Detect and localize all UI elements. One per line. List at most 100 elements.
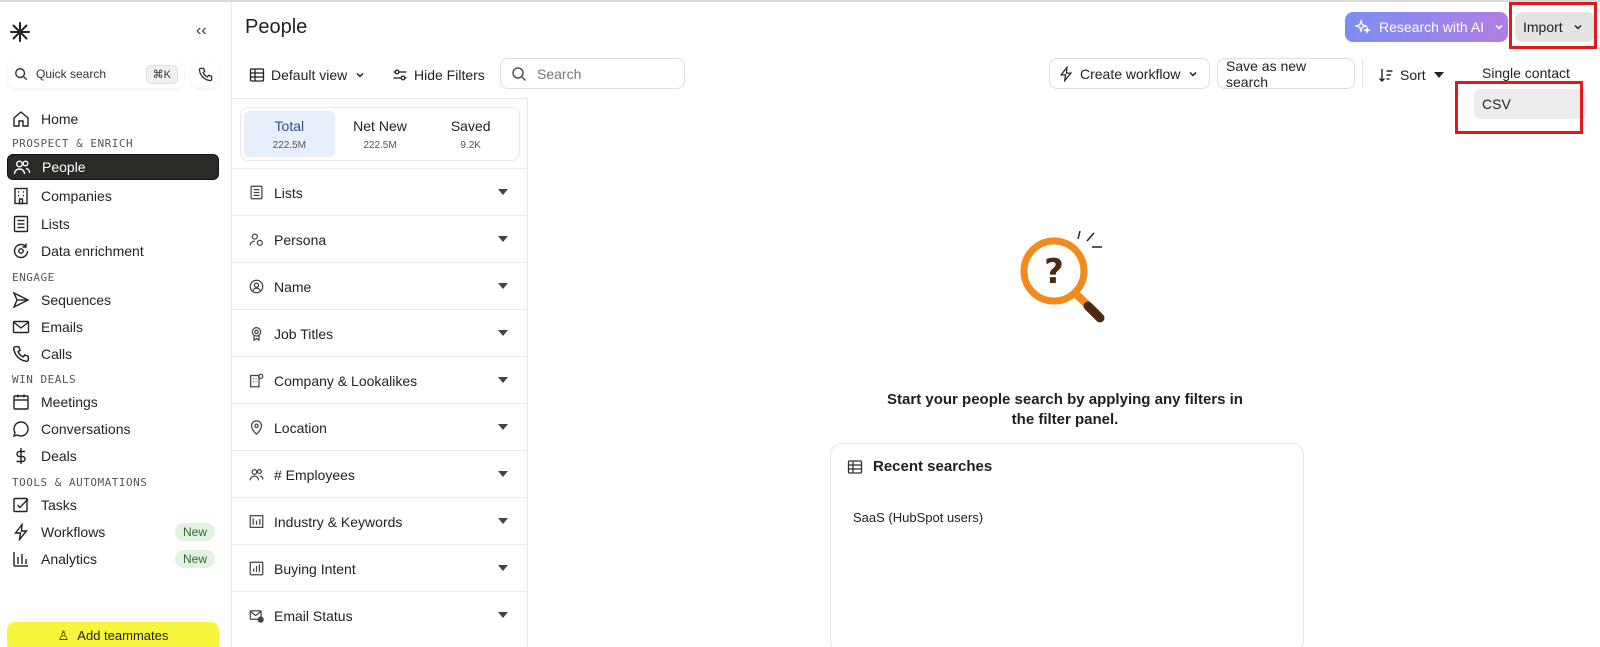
filter-label: Lists xyxy=(274,184,303,201)
sidebar-item-emails[interactable]: Emails xyxy=(7,314,219,340)
filter-email-status[interactable]: Email Status xyxy=(232,591,528,639)
sidebar: ‹‹ Quick search ⌘K Home PROSPECT & ENRIC… xyxy=(0,2,232,647)
sort-button[interactable]: Sort xyxy=(1378,60,1444,90)
filter-company-lookalikes[interactable]: Company & Lookalikes xyxy=(232,356,528,404)
people-icon xyxy=(12,157,32,177)
recent-search-item[interactable]: SaaS (HubSpot users) xyxy=(853,510,983,525)
building-icon xyxy=(11,186,31,206)
send-icon xyxy=(11,290,31,310)
sidebar-item-sequences[interactable]: Sequences xyxy=(7,287,219,313)
sidebar-item-label: People xyxy=(42,159,86,175)
research-with-ai-button[interactable]: Research with AI xyxy=(1345,12,1508,42)
new-badge: New xyxy=(174,523,215,541)
home-icon xyxy=(11,109,31,129)
top-border xyxy=(0,0,1600,2)
sidebar-item-conversations[interactable]: Conversations xyxy=(7,416,219,442)
hide-filters-button[interactable]: Hide Filters xyxy=(392,60,485,90)
filter-panel: Total 222.5M Net New 222.5M Saved 9.2K L… xyxy=(232,98,528,647)
sidebar-item-label: Calls xyxy=(41,346,73,362)
quick-search-label: Quick search xyxy=(36,67,107,81)
tab-net-new[interactable]: Net New 222.5M xyxy=(335,111,426,157)
sidebar-item-label: Tasks xyxy=(41,497,77,513)
phone-icon xyxy=(11,344,31,364)
filter-employees[interactable]: # Employees xyxy=(232,450,528,498)
tab-total[interactable]: Total 222.5M xyxy=(244,111,335,157)
save-as-new-search-button[interactable]: Save as new search xyxy=(1217,58,1355,90)
search-icon xyxy=(15,68,28,81)
sidebar-item-people[interactable]: People xyxy=(7,154,219,180)
apollo-logo-icon[interactable] xyxy=(8,20,32,44)
quick-search[interactable]: Quick search ⌘K xyxy=(8,60,184,88)
sidebar-item-label: Emails xyxy=(41,319,84,335)
create-workflow-button[interactable]: Create workflow xyxy=(1049,58,1210,89)
people-icon xyxy=(248,467,264,483)
caret-down-icon xyxy=(498,236,508,242)
sidebar-item-calls[interactable]: Calls xyxy=(7,341,219,367)
filter-industry-keywords[interactable]: Industry & Keywords xyxy=(232,497,528,545)
create-workflow-label: Create workflow xyxy=(1080,65,1181,82)
sliders-icon xyxy=(393,69,407,81)
filter-label: Location xyxy=(274,419,327,436)
filter-label: Name xyxy=(274,278,312,295)
section-label-prospect: PROSPECT & ENRICH xyxy=(12,137,134,150)
sidebar-item-label: Workflows xyxy=(41,524,106,540)
sidebar-item-label: Home xyxy=(41,111,79,127)
search-field[interactable] xyxy=(500,58,685,89)
section-label-engage: ENGAGE xyxy=(12,271,55,284)
sidebar-item-analytics[interactable]: Analytics New xyxy=(7,546,219,572)
toolbar-divider xyxy=(1362,60,1363,88)
tab-label: Total xyxy=(274,117,305,134)
filter-name[interactable]: Name xyxy=(232,262,528,310)
search-icon xyxy=(512,66,527,81)
caret-down-icon xyxy=(498,189,508,195)
empty-state-message: Start your people search by applying any… xyxy=(887,391,1243,428)
sidebar-item-meetings[interactable]: Meetings xyxy=(7,389,219,415)
sidebar-item-data-enrichment[interactable]: Data enrichment xyxy=(7,238,219,264)
filter-label: Email Status xyxy=(274,607,353,624)
recent-title-label: Recent searches xyxy=(873,458,993,475)
sidebar-item-deals[interactable]: Deals xyxy=(7,443,219,469)
filter-persona[interactable]: Persona xyxy=(232,215,528,263)
sidebar-item-tasks[interactable]: Tasks xyxy=(7,492,219,518)
filter-lists[interactable]: Lists xyxy=(232,168,528,216)
highlight-box-import xyxy=(1509,2,1597,49)
recent-searches-title: Recent searches xyxy=(847,458,992,475)
shortcut-badge: ⌘K xyxy=(145,64,178,84)
calendar-icon xyxy=(11,392,31,412)
building-icon xyxy=(248,373,264,389)
sidebar-item-companies[interactable]: Companies xyxy=(7,183,219,209)
sidebar-item-workflows[interactable]: Workflows New xyxy=(7,519,219,545)
caret-down-icon xyxy=(498,565,508,571)
filter-label: Job Titles xyxy=(274,325,334,342)
sparkle-icon xyxy=(1355,19,1371,35)
dollar-icon xyxy=(11,446,31,466)
filter-location[interactable]: Location xyxy=(232,403,528,451)
search-input[interactable] xyxy=(537,65,677,82)
svg-text:?: ? xyxy=(1044,252,1064,292)
add-teammates-button[interactable]: ♙ Add teammates xyxy=(7,622,219,647)
filter-buying-intent[interactable]: Buying Intent xyxy=(232,544,528,592)
tab-count: 222.5M xyxy=(363,139,397,151)
sidebar-item-label: Conversations xyxy=(41,421,131,437)
table-icon xyxy=(249,68,265,82)
sort-label: Sort xyxy=(1400,67,1426,83)
default-view-dropdown[interactable]: Default view xyxy=(249,60,365,90)
caret-down-icon xyxy=(498,330,508,336)
persona-icon xyxy=(248,232,264,248)
highlight-box-csv xyxy=(1455,81,1583,134)
chevron-down-icon xyxy=(1494,19,1504,35)
dialer-button[interactable] xyxy=(191,60,219,88)
filter-label: Buying Intent xyxy=(274,560,356,577)
sidebar-item-home[interactable]: Home xyxy=(7,106,219,132)
page-title: People xyxy=(245,16,308,38)
lightning-icon xyxy=(11,522,31,542)
tab-count: 222.5M xyxy=(272,139,307,151)
user-circle-icon xyxy=(248,279,264,295)
sidebar-item-lists[interactable]: Lists xyxy=(7,211,219,237)
bar-chart-icon xyxy=(11,549,31,569)
filter-label: Industry & Keywords xyxy=(274,513,403,530)
collapse-sidebar-icon[interactable]: ‹‹ xyxy=(196,22,207,40)
filter-job-titles[interactable]: Job Titles xyxy=(232,309,528,357)
tab-saved[interactable]: Saved 9.2K xyxy=(425,111,516,157)
filter-label: # Employees xyxy=(274,466,355,483)
